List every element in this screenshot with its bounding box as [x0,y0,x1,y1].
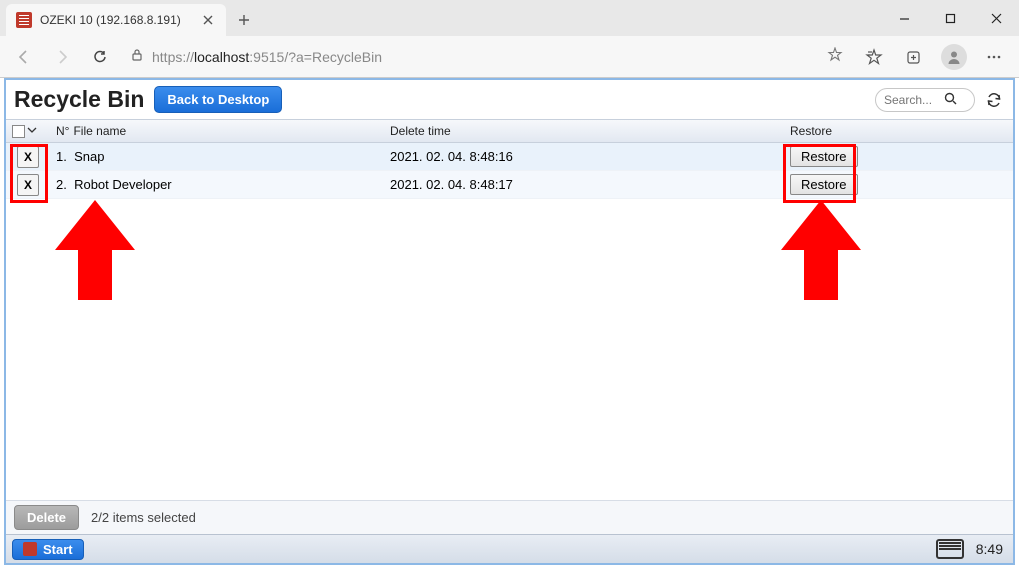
new-tab-button[interactable] [230,6,258,34]
row-number: 1. [56,149,67,164]
taskbar-clock: 8:49 [972,541,1007,557]
delete-row-button[interactable]: X [17,146,39,168]
address-bar[interactable]: https://localhost:9515/?a=RecycleBin [122,42,851,72]
tab-title: OZEKI 10 (192.168.8.191) [40,13,200,27]
page-title: Recycle Bin [14,86,144,113]
refresh-button[interactable] [983,89,1005,111]
table-row[interactable]: X 1. Snap 2021. 02. 04. 8:48:16 Restore [6,143,1013,171]
profile-button[interactable] [937,40,971,74]
row-filename: Snap [74,149,104,164]
row-delete-time: 2021. 02. 04. 8:48:17 [390,177,786,192]
start-icon [23,542,37,556]
browser-titlebar: OZEKI 10 (192.168.8.191) [0,0,1019,36]
browser-toolbar: https://localhost:9515/?a=RecycleBin [0,36,1019,78]
table-body: X 1. Snap 2021. 02. 04. 8:48:16 Restore … [6,143,1013,500]
app-window: Recycle Bin Back to Desktop N° File name… [4,78,1015,565]
restore-button[interactable]: Restore [790,174,858,195]
search-icon[interactable] [944,92,957,108]
column-restore: Restore [786,124,832,138]
url-text: https://localhost:9515/?a=RecycleBin [152,49,819,65]
tab-favicon [16,12,32,28]
browser-tab[interactable]: OZEKI 10 (192.168.8.191) [6,4,226,36]
column-n[interactable]: N° [56,124,69,138]
column-delete-time[interactable]: Delete time [390,124,786,138]
search-box[interactable] [875,88,975,112]
forward-button[interactable] [46,41,78,73]
back-button[interactable] [8,41,40,73]
row-delete-time: 2021. 02. 04. 8:48:16 [390,149,786,164]
row-number: 2. [56,177,67,192]
column-filename[interactable]: File name [73,124,126,138]
favorites-button[interactable] [857,40,891,74]
menu-button[interactable] [977,40,1011,74]
start-label: Start [43,542,73,557]
taskbar: Start 8:49 [6,534,1013,563]
start-button[interactable]: Start [12,539,84,560]
select-all-checkbox[interactable] [12,125,25,138]
footer-bar: Delete 2/2 items selected [6,500,1013,534]
site-permission-icon[interactable] [827,47,843,66]
close-window-button[interactable] [973,0,1019,36]
row-filename: Robot Developer [74,177,172,192]
table-row[interactable]: X 2. Robot Developer 2021. 02. 04. 8:48:… [6,171,1013,199]
keyboard-icon[interactable] [936,539,964,559]
tab-close-button[interactable] [200,12,216,28]
minimize-button[interactable] [881,0,927,36]
select-dropdown[interactable] [27,124,37,138]
delete-row-button[interactable]: X [17,174,39,196]
delete-selected-button[interactable]: Delete [14,505,79,530]
table-header: N° File name Delete time Restore [6,119,1013,143]
restore-button[interactable]: Restore [790,146,858,167]
avatar-icon [941,44,967,70]
search-input[interactable] [884,93,944,107]
lock-icon [130,48,144,65]
page-header: Recycle Bin Back to Desktop [6,80,1013,119]
reload-button[interactable] [84,41,116,73]
selection-status: 2/2 items selected [91,510,196,525]
window-controls [881,0,1019,36]
maximize-button[interactable] [927,0,973,36]
back-to-desktop-button[interactable]: Back to Desktop [154,86,282,113]
collections-button[interactable] [897,40,931,74]
